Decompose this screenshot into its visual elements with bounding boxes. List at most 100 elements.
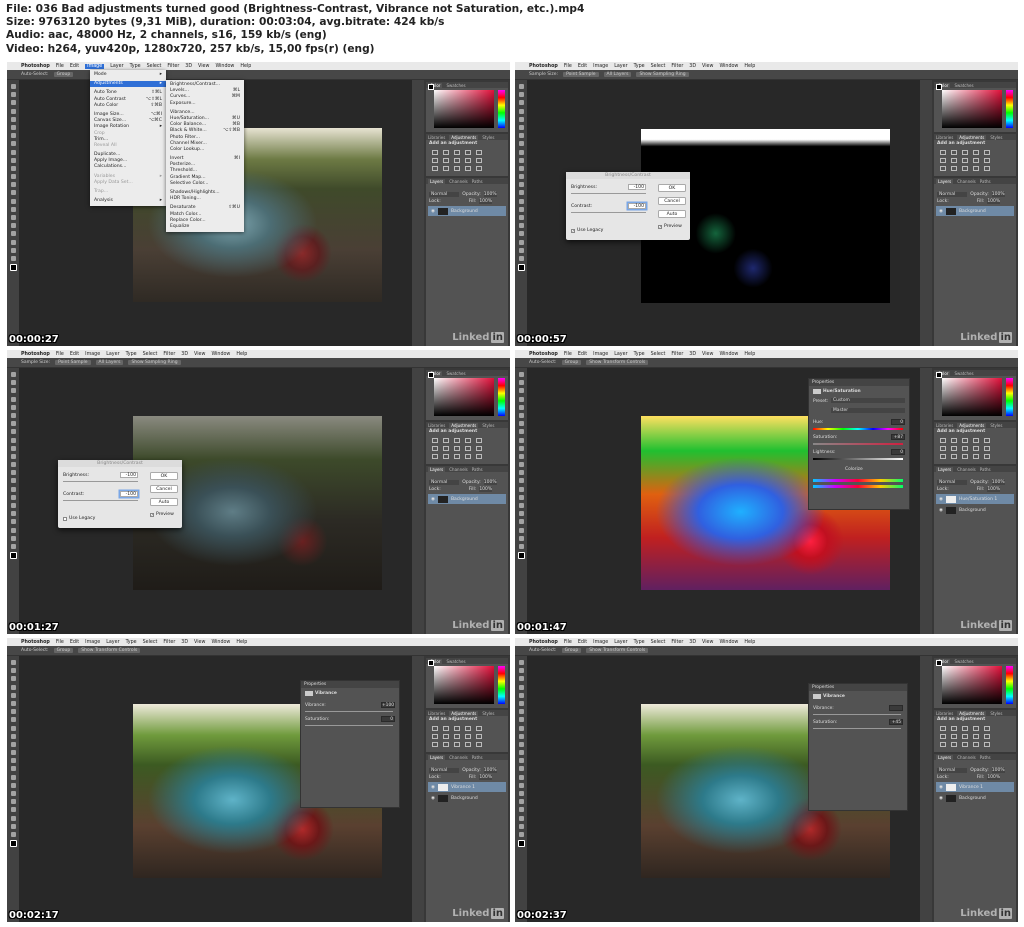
adjustment-icon[interactable] [940, 454, 946, 459]
tool-icon[interactable] [518, 660, 524, 665]
tool-icon[interactable] [518, 84, 524, 89]
option-item[interactable]: Show Sampling Ring [636, 72, 689, 77]
tab-channels[interactable]: Channels [449, 755, 468, 760]
color-field[interactable] [942, 378, 1002, 416]
tool-icon[interactable] [518, 453, 524, 459]
adjustment-icon[interactable] [465, 438, 471, 443]
tool-icon[interactable] [518, 494, 524, 500]
tool-icon[interactable] [518, 478, 524, 484]
menu-filter[interactable]: Filter [671, 352, 683, 357]
adjustment-icon[interactable] [465, 726, 471, 731]
brightness-input[interactable]: -100 [120, 472, 138, 478]
hue-slider[interactable] [498, 90, 505, 128]
blend-mode-select[interactable]: Normal [429, 192, 460, 197]
adjustment-icon[interactable] [973, 726, 979, 731]
tool-icon[interactable] [10, 709, 16, 715]
adjustment-icon[interactable] [432, 446, 438, 451]
menu-help[interactable]: Help [240, 64, 251, 69]
menu-filter[interactable]: Filter [671, 640, 683, 645]
opacity-value[interactable]: 100% [991, 192, 1005, 197]
tool-icon[interactable] [518, 100, 524, 106]
tool-icon[interactable] [10, 823, 16, 829]
tool-icon[interactable] [10, 660, 16, 665]
saturation-input[interactable]: 0 [381, 716, 395, 722]
adjustment-icon[interactable] [984, 158, 990, 163]
tab-layers[interactable]: Layers [936, 754, 954, 760]
tool-icon[interactable] [10, 543, 16, 549]
option-item[interactable]: Auto-Select: [529, 360, 557, 365]
tab-adjustments[interactable]: Adjustments [957, 422, 987, 428]
menu-view[interactable]: View [198, 64, 209, 69]
eye-icon[interactable]: ◉ [431, 785, 435, 790]
tool-icon[interactable] [10, 412, 16, 418]
menu-filter[interactable]: Filter [671, 64, 683, 69]
menu-edit[interactable]: Edit [578, 640, 587, 645]
tool-icon[interactable] [10, 124, 16, 130]
tab-styles[interactable]: Styles [482, 423, 494, 428]
menu-file[interactable]: File [564, 352, 572, 357]
tool-icon[interactable] [518, 750, 524, 756]
tool-icon[interactable] [10, 766, 16, 772]
tab-styles[interactable]: Styles [990, 423, 1002, 428]
adjustment-icon[interactable] [476, 454, 482, 459]
tool-icon[interactable] [10, 486, 16, 492]
tool-icon[interactable] [518, 133, 524, 139]
menu-photoshop[interactable]: Photoshop [529, 640, 558, 645]
menu-layer[interactable]: Layer [614, 352, 627, 357]
layer-filter-row[interactable] [934, 760, 1016, 767]
menu-select[interactable]: Select [143, 352, 158, 357]
option-item[interactable]: Show Transform Controls [586, 648, 649, 653]
menu-layer[interactable]: Layer [614, 64, 627, 69]
tool-icon[interactable] [10, 133, 16, 139]
adjustment-icon[interactable] [984, 734, 990, 739]
tool-icon[interactable] [518, 503, 524, 508]
adjustment-icon[interactable] [476, 726, 482, 731]
menu-3d[interactable]: 3D [185, 64, 192, 69]
tool-icon[interactable] [518, 421, 524, 427]
tool-icon[interactable] [518, 157, 524, 163]
layer-filter-row[interactable] [934, 184, 1016, 191]
adjustment-icon[interactable] [973, 150, 979, 155]
fill-value[interactable]: 100% [479, 487, 493, 492]
adjustment-icon[interactable] [940, 742, 946, 747]
ok-button[interactable]: OK [150, 472, 178, 480]
menu-photoshop[interactable]: Photoshop [529, 64, 558, 69]
tab-adjustments[interactable]: Adjustments [449, 134, 479, 140]
adjustment-icon[interactable] [432, 454, 438, 459]
adjustment-icon[interactable] [432, 438, 438, 443]
option-item[interactable]: Auto-Select: [21, 648, 49, 653]
menu-image[interactable]: Image [593, 64, 608, 69]
adjustment-icon[interactable] [984, 150, 990, 155]
tool-icon[interactable] [10, 799, 16, 805]
adjustment-icon[interactable] [443, 454, 449, 459]
tool-icon[interactable] [10, 676, 16, 682]
tool-icon[interactable] [518, 815, 524, 821]
adjustment-icon[interactable] [465, 158, 471, 163]
adjustment-icon[interactable] [940, 158, 946, 163]
eye-icon[interactable]: ◉ [939, 785, 943, 790]
tab-adjustments[interactable]: Adjustments [957, 710, 987, 716]
tool-icon[interactable] [10, 174, 16, 180]
menu-help[interactable]: Help [744, 352, 755, 357]
adjustment-icon[interactable] [443, 438, 449, 443]
tool-icon[interactable] [518, 807, 524, 813]
menu-select[interactable]: Select [147, 64, 162, 69]
tool-icon[interactable] [518, 692, 524, 698]
blend-mode-select[interactable]: Normal [937, 480, 968, 485]
tool-icon[interactable] [518, 198, 524, 204]
tool-icon[interactable] [10, 774, 16, 780]
tool-icon[interactable] [518, 247, 524, 253]
adjustment-icon[interactable] [443, 734, 449, 739]
adjustment-icon[interactable] [962, 734, 968, 739]
tool-icon[interactable] [518, 511, 524, 517]
adjustment-icon[interactable] [432, 734, 438, 739]
tool-icon[interactable] [518, 676, 524, 682]
adjustment-icon[interactable] [454, 726, 460, 731]
option-item[interactable]: All Layers [603, 72, 632, 77]
adjustment-icon[interactable] [454, 454, 460, 459]
menu-type[interactable]: Type [126, 352, 137, 357]
layer-filter-row[interactable] [934, 472, 1016, 479]
adjustment-icon[interactable] [973, 742, 979, 747]
adjustment-icon[interactable] [951, 742, 957, 747]
option-item[interactable]: Show Sampling Ring [128, 360, 181, 365]
